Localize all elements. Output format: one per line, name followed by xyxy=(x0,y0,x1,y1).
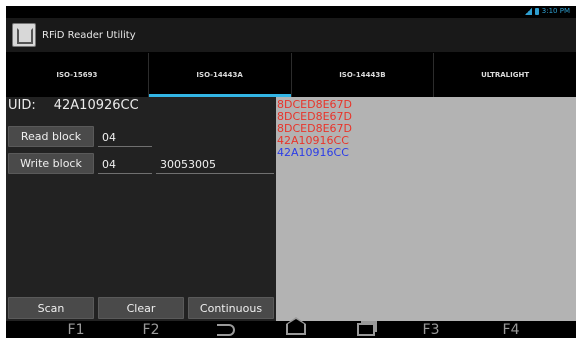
recent-apps-button[interactable] xyxy=(346,321,386,338)
home-button[interactable] xyxy=(276,317,316,338)
continuous-button[interactable]: Continuous xyxy=(188,297,274,319)
navigation-bar: F1 F2 F3 F4 xyxy=(6,317,576,338)
write-block-field[interactable]: 04 xyxy=(98,152,152,174)
read-block-button[interactable]: Read block xyxy=(8,126,94,147)
tab-label: ISO-15693 xyxy=(56,71,98,79)
f1-key[interactable]: F1 xyxy=(56,321,96,338)
action-bar: RFiD Reader Utility xyxy=(6,18,576,52)
battery-icon xyxy=(534,7,539,15)
home-icon xyxy=(286,317,306,335)
clear-button[interactable]: Clear xyxy=(98,297,184,319)
back-icon xyxy=(217,323,235,336)
back-button[interactable] xyxy=(206,321,246,338)
log-list: 8DCED8E67D 8DCED8E67D 8DCED8E67D 42A1091… xyxy=(277,99,352,159)
tab-iso-15693[interactable]: ISO-15693 xyxy=(6,53,149,97)
protocol-tabs: ISO-15693 ISO-14443A ISO-14443B ULTRALIG… xyxy=(6,53,576,97)
tab-label: ISO-14443A xyxy=(196,71,243,79)
tab-label: ISO-14443B xyxy=(339,71,386,79)
app-title: RFiD Reader Utility xyxy=(42,29,136,41)
f4-key[interactable]: F4 xyxy=(491,321,531,338)
action-buttons: Scan Clear Continuous xyxy=(6,295,276,321)
log-line: 42A10916CC xyxy=(277,146,349,159)
tab-iso-14443a[interactable]: ISO-14443A xyxy=(148,53,292,97)
write-data-field[interactable]: 30053005 xyxy=(156,152,274,174)
status-indicators: 3:10 PM xyxy=(524,7,570,15)
uid-label: UID: xyxy=(8,98,36,113)
device-screen: 3:10 PM RFiD Reader Utility ISO-15693 IS… xyxy=(6,6,576,338)
tab-iso-14443b[interactable]: ISO-14443B xyxy=(292,53,435,97)
write-block-button[interactable]: Write block xyxy=(8,153,94,174)
status-time: 3:10 PM xyxy=(541,7,570,15)
control-panel: UID: 42A10926CC Read block 04 Write block… xyxy=(6,97,276,295)
tab-ultralight[interactable]: ULTRALIGHT xyxy=(434,53,576,97)
f2-key[interactable]: F2 xyxy=(131,321,171,338)
recent-apps-icon xyxy=(357,323,375,336)
app-icon xyxy=(12,23,36,47)
tab-label: ULTRALIGHT xyxy=(481,71,530,79)
scan-button[interactable]: Scan xyxy=(8,297,94,319)
f3-key[interactable]: F3 xyxy=(411,321,451,338)
log-panel: 8DCED8E67D 8DCED8E67D 8DCED8E67D 42A1091… xyxy=(276,97,576,321)
signal-icon xyxy=(524,7,532,15)
read-block-field[interactable]: 04 xyxy=(98,125,152,147)
status-bar: 3:10 PM xyxy=(6,6,576,18)
uid-value: 42A10926CC xyxy=(53,98,139,113)
uid-row: UID: 42A10926CC xyxy=(8,98,139,113)
